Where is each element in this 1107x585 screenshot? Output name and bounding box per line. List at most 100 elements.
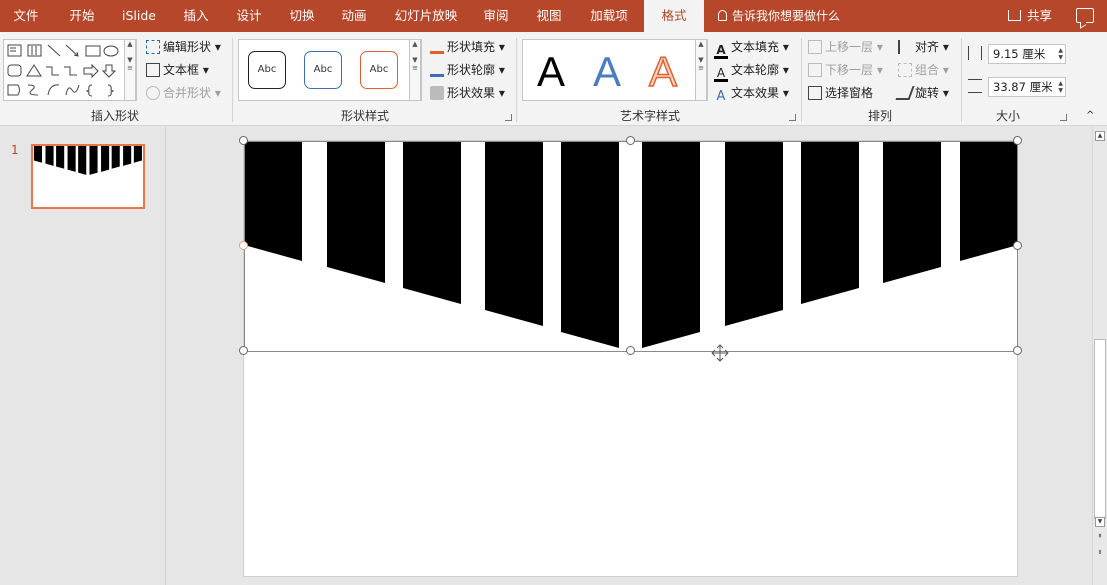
selected-shape-group[interactable]: [244, 139, 1019, 578]
shape-styles-dialog-launcher[interactable]: [505, 114, 512, 121]
separator: [801, 38, 802, 122]
bar-shape: [485, 141, 543, 326]
shape-style-preset-1[interactable]: Abc: [248, 51, 286, 89]
size-label: 大小: [995, 109, 1020, 123]
lightbulb-icon: [718, 10, 727, 21]
tab-design[interactable]: 设计: [223, 0, 275, 32]
wordart-dialog-launcher[interactable]: [789, 114, 796, 121]
slide-thumbnail-preview: [33, 146, 142, 175]
selection-pane-button[interactable]: 选择窗格: [808, 83, 873, 103]
bring-forward-button[interactable]: 上移一层 ▾: [808, 37, 883, 57]
shape-fill-button[interactable]: 形状填充 ▾: [430, 37, 505, 57]
bring-forward-icon: [808, 40, 822, 54]
bar-shape: [960, 141, 1018, 261]
send-backward-icon: [808, 63, 822, 77]
tab-home[interactable]: 开始: [56, 0, 108, 32]
align-button[interactable]: 对齐 ▾: [898, 37, 949, 57]
separator: [516, 38, 517, 122]
tab-addins[interactable]: 加载项: [580, 0, 638, 32]
shape-style-preset-2[interactable]: Abc: [304, 51, 342, 89]
text-fill-icon: A: [714, 44, 728, 59]
wordart-gallery-scroll[interactable]: ▲ ▼ ≡: [695, 39, 707, 101]
bar-shape: [801, 141, 859, 304]
tab-slideshow[interactable]: 幻灯片放映: [388, 0, 464, 32]
tab-view[interactable]: 视图: [523, 0, 575, 32]
shape-height-icon: [968, 46, 982, 60]
shape-styles-gallery[interactable]: Abc Abc Abc: [238, 39, 422, 101]
shapes-gallery[interactable]: [3, 39, 137, 101]
insert-shapes-label: 插入形状: [90, 109, 139, 123]
tab-animations[interactable]: 动画: [328, 0, 380, 32]
width-spinner[interactable]: ▲ ▼: [1058, 80, 1063, 94]
text-outline-button[interactable]: A 文本轮廓 ▾: [714, 60, 789, 82]
scroll-up-arrow[interactable]: ▲: [1095, 131, 1105, 141]
previous-slide-button[interactable]: ⇞: [1095, 533, 1105, 543]
shape-width-input[interactable]: 33.87 厘米 ▲ ▼: [988, 77, 1066, 97]
separator: [232, 38, 233, 122]
bar-shape: [642, 141, 700, 348]
tab-insert[interactable]: 插入: [170, 0, 222, 32]
arrange-label: 排列: [867, 109, 892, 123]
scroll-thumb[interactable]: [1094, 339, 1106, 519]
slide-canvas[interactable]: [239, 136, 1022, 578]
slide-thumbnail-pane: 1: [0, 127, 166, 585]
share-button[interactable]: 共享: [1008, 0, 1052, 32]
shapes-gallery-scroll[interactable]: ▲ ▼ ≡: [124, 39, 136, 101]
selection-pane-icon: [808, 86, 822, 100]
ribbon-format: ▲ ▼ ≡ 编辑形状 ▾ 文本框 ▾ 合并形状 ▾ 插入形状 Abc Abc Abc…: [0, 32, 1107, 126]
text-fill-button[interactable]: A 文本填充 ▾: [714, 37, 789, 59]
collapse-ribbon-button[interactable]: ^: [1086, 106, 1094, 126]
shape-height-input[interactable]: 9.15 厘米 ▲ ▼: [988, 44, 1066, 64]
comments-icon[interactable]: [1076, 8, 1094, 23]
shape-effects-button[interactable]: 形状效果 ▾: [430, 83, 505, 103]
slide-thumbnail[interactable]: [31, 144, 145, 209]
text-box-button[interactable]: 文本框 ▾: [146, 60, 209, 80]
resize-handle-top-right[interactable]: [1013, 136, 1022, 145]
resize-handle-bottom-right[interactable]: [1013, 346, 1022, 355]
share-label: 共享: [1027, 8, 1053, 23]
resize-handle-top-left[interactable]: [239, 136, 248, 145]
scroll-down-arrow[interactable]: ▼: [1095, 517, 1105, 527]
tab-islide[interactable]: iSlide: [113, 0, 165, 32]
group-button[interactable]: 组合 ▾: [898, 60, 949, 80]
resize-handle-bottom-left[interactable]: [239, 346, 248, 355]
tab-file[interactable]: 文件: [0, 0, 52, 32]
next-slide-button[interactable]: ⇟: [1095, 549, 1105, 559]
shape-outline-button[interactable]: 形状轮廓 ▾: [430, 60, 505, 80]
bar-shape: [327, 141, 385, 283]
wordart-preset-black[interactable]: A: [537, 48, 565, 96]
align-icon: [898, 40, 912, 54]
send-backward-button[interactable]: 下移一层 ▾: [808, 60, 883, 80]
text-box-icon: [146, 63, 160, 77]
tell-me-box[interactable]: 告诉我你想要做什么: [718, 0, 840, 32]
wordart-gallery[interactable]: A A A: [522, 39, 708, 101]
bar-shape: [561, 141, 619, 348]
text-effects-button[interactable]: A 文本效果 ▾: [714, 83, 789, 104]
wordart-preset-orange[interactable]: A: [648, 47, 678, 96]
shape-width-icon: [968, 79, 982, 93]
edit-shape-button[interactable]: 编辑形状 ▾: [146, 37, 221, 57]
resize-handle-middle-right[interactable]: [1013, 241, 1022, 250]
tab-transitions[interactable]: 切换: [276, 0, 328, 32]
size-dialog-launcher[interactable]: [1060, 114, 1067, 121]
rotate-icon: [895, 86, 915, 100]
separator: [961, 38, 962, 122]
shape-style-preset-3[interactable]: Abc: [360, 51, 398, 89]
group-icon: [898, 63, 912, 77]
resize-handle-bottom-middle[interactable]: [626, 346, 635, 355]
edit-shape-icon: [146, 40, 160, 54]
rotate-button[interactable]: 旋转 ▾: [895, 83, 949, 103]
text-outline-icon: A: [714, 67, 728, 82]
bar-shape: [725, 141, 783, 326]
tab-format[interactable]: 格式: [644, 0, 704, 32]
resize-handle-top-middle[interactable]: [626, 136, 635, 145]
height-spinner[interactable]: ▲ ▼: [1058, 47, 1063, 61]
tab-review[interactable]: 审阅: [470, 0, 522, 32]
move-cursor-icon: [711, 344, 729, 362]
resize-handle-middle-left[interactable]: [239, 241, 248, 250]
wordart-preset-blue[interactable]: A: [593, 48, 621, 96]
shape-styles-scroll[interactable]: ▲ ▼ ≡: [409, 39, 421, 101]
vertical-scrollbar[interactable]: ▲ ▼ ⇞ ⇟: [1092, 127, 1107, 585]
merge-shapes-icon: [146, 86, 160, 100]
merge-shapes-button[interactable]: 合并形状 ▾: [146, 83, 221, 103]
